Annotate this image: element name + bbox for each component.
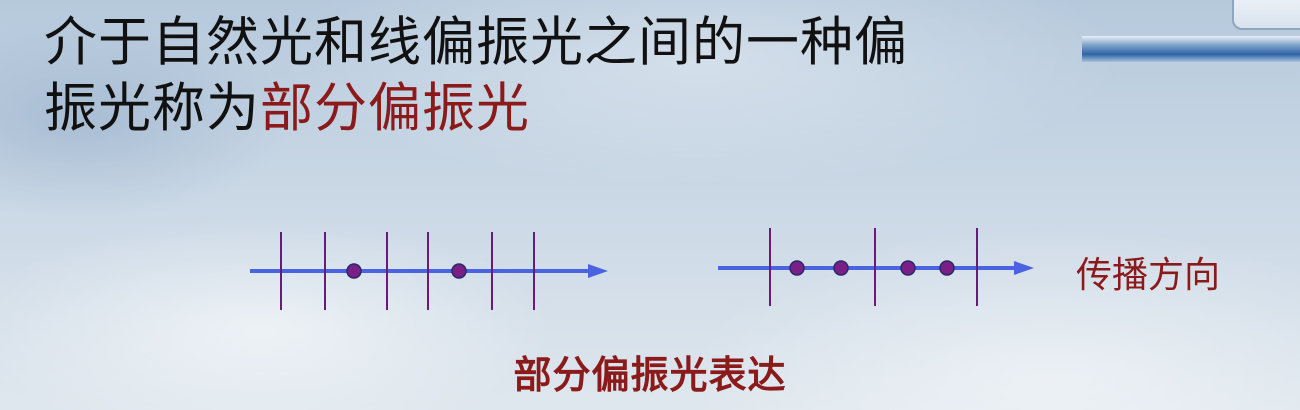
left-beam [250, 232, 608, 310]
perpendicular-vibration-dot [451, 263, 467, 279]
perpendicular-vibration-dot [939, 260, 955, 276]
perpendicular-vibration-dot [346, 263, 362, 279]
perpendicular-vibration-dot [900, 260, 916, 276]
right-beam [718, 228, 1034, 306]
left-beam-arrowhead [588, 264, 608, 278]
diagram-caption: 部分偏振光表达 [513, 353, 787, 397]
propagation-direction-label: 传播方向 [1076, 255, 1221, 296]
perpendicular-vibration-dot [833, 260, 849, 276]
perpendicular-vibration-dot [789, 260, 805, 276]
right-beam-arrowhead [1014, 261, 1034, 275]
